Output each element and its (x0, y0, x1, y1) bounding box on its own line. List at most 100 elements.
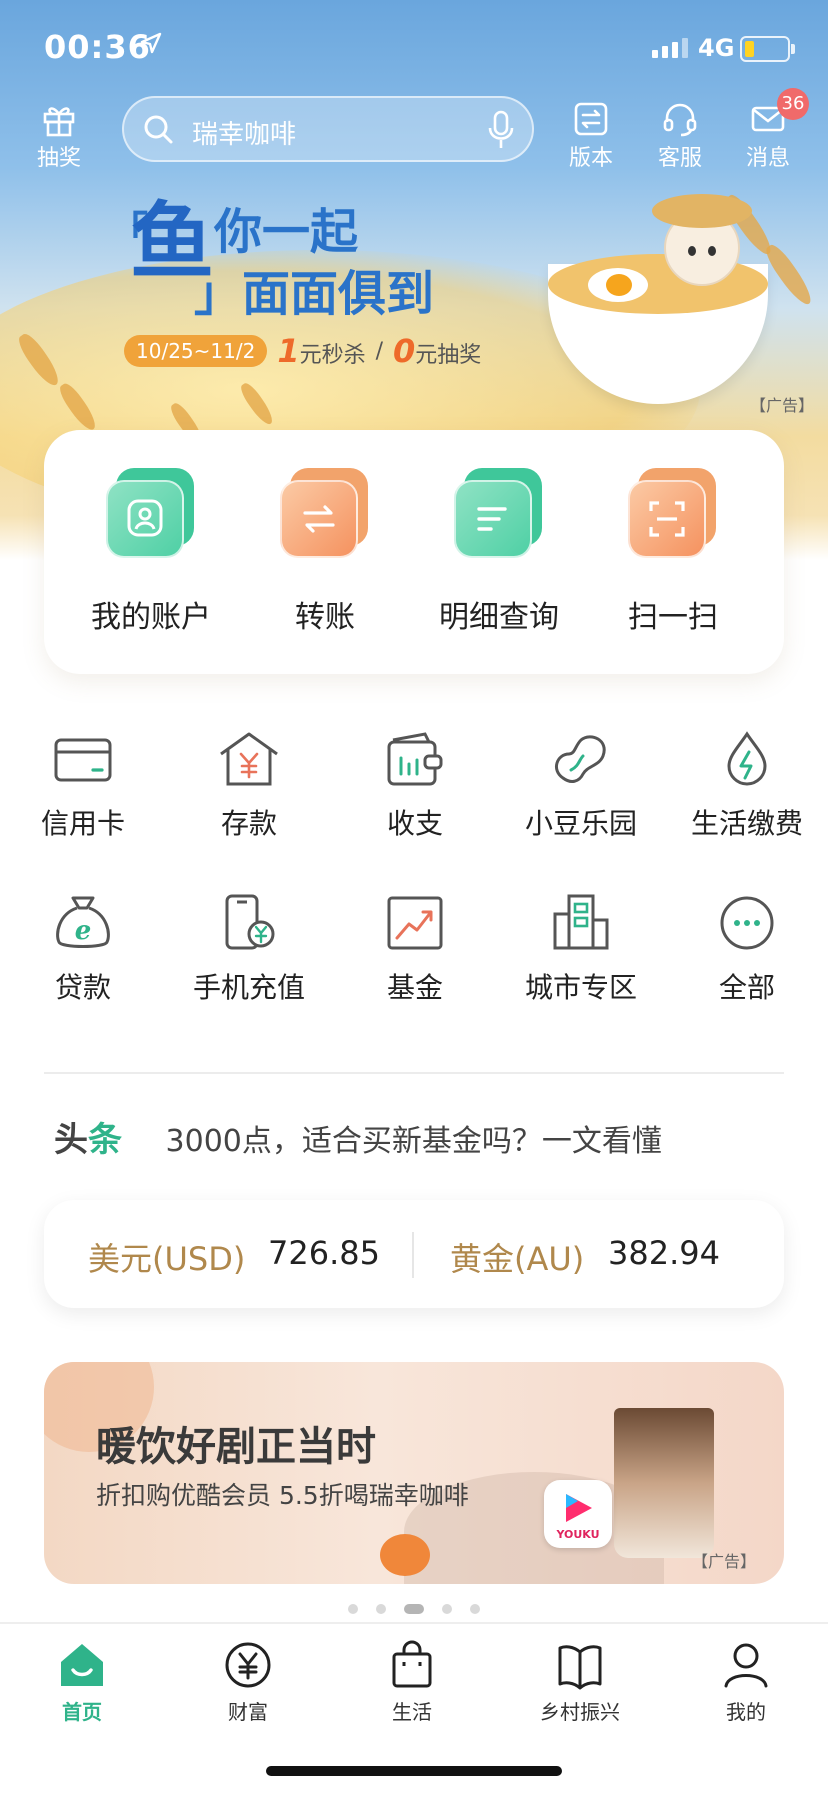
gift-icon (43, 107, 75, 137)
status-bar: 00:36 4G (0, 0, 828, 100)
carousel-dot[interactable] (442, 1604, 452, 1614)
tab-mine[interactable]: 我的 (686, 1640, 806, 1725)
section-divider (44, 1072, 784, 1074)
tab-home[interactable]: 首页 (22, 1640, 142, 1725)
service-deposit[interactable]: 存款 (166, 730, 332, 842)
service-loan[interactable]: e 贷款 (0, 894, 166, 1006)
usd-label: 美元(USD) (88, 1240, 246, 1278)
banner-separator: / (375, 338, 384, 364)
search-icon (144, 115, 173, 144)
location-arrow-icon (140, 32, 162, 54)
banner-promo-text: 元抽奖 (415, 343, 482, 368)
gold-label: 黄金(AU) (450, 1240, 585, 1278)
headline-tag: 头条 (54, 1120, 122, 1160)
banner-date: 10/25~11/2 (124, 335, 268, 367)
tab-label: 财富 (228, 1700, 268, 1724)
lottery-button[interactable]: 抽奖 (24, 100, 94, 172)
carousel-dot[interactable] (376, 1604, 386, 1614)
messages-button[interactable]: 消息 36 (733, 88, 809, 172)
quick-action-my-account[interactable]: 我的账户 (66, 468, 236, 636)
transfer-icon (280, 468, 370, 558)
service-label: 手机充值 (192, 971, 305, 1004)
service-income-expense[interactable]: 收支 (332, 730, 498, 842)
tab-wealth[interactable]: 财富 (188, 1640, 308, 1725)
version-button[interactable]: 版本 (556, 100, 626, 172)
cell-signal-icon (652, 38, 688, 58)
youku-text: YOUKU (555, 1528, 599, 1541)
service-utility-payment[interactable]: 生活缴费 (664, 730, 828, 842)
credit-card-icon (54, 738, 112, 782)
service-phone-topup[interactable]: 手机充值 (166, 894, 332, 1006)
person-icon (106, 468, 196, 558)
headline-tag-part: 条 (88, 1120, 122, 1160)
promo-card[interactable]: 暖饮好剧正当时 折扣购优酷会员 5.5折喝瑞幸咖啡 YOUKU 【广告】 (44, 1362, 784, 1584)
gold-value: 382.94 (608, 1234, 720, 1272)
bean-icon (554, 735, 606, 783)
tab-label: 首页 (62, 1700, 102, 1724)
service-label: 收支 (386, 807, 443, 840)
profile-icon (724, 1643, 768, 1688)
shopping-bag-icon (392, 1640, 432, 1688)
customer-service-button[interactable]: 客服 (645, 100, 715, 172)
yuan-icon (225, 1642, 271, 1688)
search-input[interactable]: 瑞幸咖啡 (192, 114, 296, 151)
book-icon (558, 1645, 602, 1690)
battery-icon (740, 36, 795, 62)
banner-promo-text: 元秒杀 (299, 343, 366, 368)
youku-logo: YOUKU (544, 1480, 612, 1548)
quick-action-details[interactable]: 明细查询 (414, 468, 584, 636)
banner-subtitle: 10/25~11/2 1元秒杀 / 0元抽奖 (124, 332, 481, 370)
service-credit-card[interactable]: 信用卡 (0, 730, 166, 842)
headset-icon (663, 103, 697, 137)
network-type: 4G (698, 34, 735, 62)
quick-action-label: 明细查询 (439, 600, 559, 635)
service-label: 小豆乐园 (524, 807, 637, 840)
ad-tag: 【广告】 (692, 1552, 757, 1571)
headline-tag-part: 头 (54, 1120, 88, 1160)
headline-text: 3000点，适合买新基金吗？一文看懂 (165, 1124, 662, 1159)
search-bar[interactable]: 瑞幸咖啡 (122, 96, 534, 162)
quick-action-label: 转账 (295, 600, 355, 635)
lottery-label: 抽奖 (36, 146, 81, 171)
service-bean-park[interactable]: 小豆乐园 (498, 730, 664, 842)
scan-icon (628, 468, 718, 558)
wallet-icon (387, 732, 443, 786)
phone-topup-icon (225, 894, 275, 950)
carousel-dot[interactable] (348, 1604, 358, 1614)
tab-label: 我的 (726, 1700, 766, 1724)
service-fund[interactable]: 基金 (332, 894, 498, 1006)
promo-subtitle: 折扣购优酷会员 5.5折喝瑞幸咖啡 (96, 1481, 469, 1510)
banner-promo-num: 0 (393, 332, 416, 370)
loan-bag-icon: e (56, 896, 110, 948)
svg-text:e: e (75, 916, 92, 946)
more-icon (720, 896, 774, 950)
messages-badge: 36 (777, 88, 809, 120)
fund-chart-icon (387, 896, 443, 950)
top-nav: 抽奖 瑞幸咖啡 版本 客服 消息 36 (0, 88, 828, 176)
service-label: 存款 (220, 807, 277, 840)
wheat-decoration (761, 241, 817, 309)
version-switch-icon (574, 102, 608, 136)
city-buildings-icon (553, 894, 609, 950)
service-label: 城市专区 (524, 971, 637, 1004)
quick-action-transfer[interactable]: 转账 (240, 468, 410, 636)
headline-news[interactable]: 头条 3000点，适合买新基金吗？一文看懂 (54, 1112, 662, 1161)
service-city-zone[interactable]: 城市专区 (498, 894, 664, 1006)
tab-label: 生活 (392, 1700, 432, 1724)
tab-life[interactable]: 生活 (352, 1640, 472, 1725)
service-label: 信用卡 (40, 807, 125, 840)
rates-separator (412, 1232, 414, 1278)
service-label: 全部 (718, 971, 775, 1004)
microphone-icon[interactable] (486, 110, 516, 150)
quick-action-scan[interactable]: 扫一扫 (588, 468, 758, 636)
carousel-dot-active[interactable] (404, 1604, 424, 1614)
usd-value: 726.85 (268, 1234, 380, 1272)
banner-title-line2: 面面俱到 (242, 266, 435, 322)
rates-card[interactable]: 美元(USD) 726.85 黄金(AU) 382.94 (44, 1200, 784, 1308)
tab-rural-revitalization[interactable]: 乡村振兴 (520, 1640, 640, 1725)
quick-actions-card: 我的账户 转账 明细查询 扫一扫 (44, 430, 784, 674)
carousel-dot[interactable] (470, 1604, 480, 1614)
banner-title-big: 鱼 (130, 193, 215, 291)
service-all[interactable]: 全部 (664, 894, 828, 1006)
messages-label: 消息 (745, 146, 790, 171)
